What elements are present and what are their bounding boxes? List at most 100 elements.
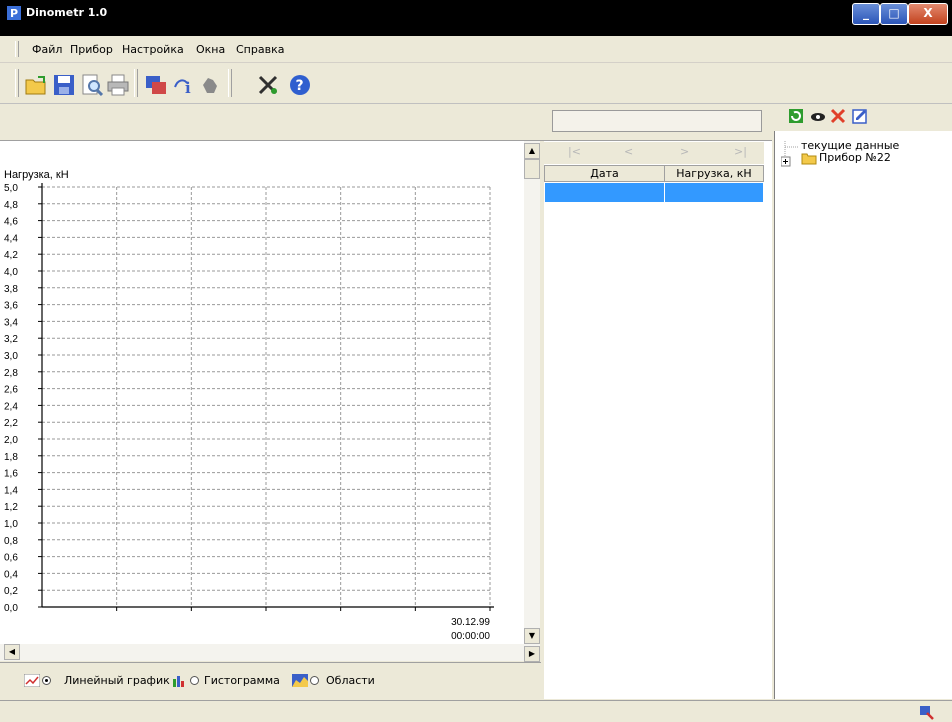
line-chart-label[interactable]: Линейный график xyxy=(64,674,170,687)
svg-text:P: P xyxy=(10,7,18,20)
hand-icon[interactable] xyxy=(198,73,222,97)
device-icon[interactable] xyxy=(144,73,168,97)
maximize-button[interactable]: □ xyxy=(880,3,908,25)
tree-item-device[interactable]: Прибор №22 xyxy=(819,151,891,164)
menu-bar: Файл Прибор Настройка Окна Справка xyxy=(0,36,952,63)
y-tick-label: 0,4 xyxy=(4,569,18,580)
load-chart: Нагрузка, кН 0,0 0,2 0,4 0,6 0,8 1,0 1,2 1,4 1,6 1… xyxy=(4,169,494,642)
app-icon: P xyxy=(7,6,21,20)
status-bar xyxy=(0,700,952,722)
table-navigator: |< < > >| xyxy=(544,142,764,164)
nav-first-button[interactable]: |< xyxy=(568,145,581,158)
chart-panel: Нагрузка, кН 0,0 0,2 0,4 0,6 0,8 1,0 1,2 1,4 1,6 1… xyxy=(0,141,540,660)
open-icon[interactable] xyxy=(24,73,48,97)
y-tick-label: 4,4 xyxy=(4,233,18,244)
menu-windows[interactable]: Окна xyxy=(196,43,225,56)
scroll-right-button[interactable]: ▶ xyxy=(524,646,540,662)
y-tick-label: 2,8 xyxy=(4,368,18,379)
column-header-load[interactable]: Нагрузка, кН xyxy=(664,165,764,182)
y-tick-label: 3,0 xyxy=(4,351,18,362)
refresh-icon[interactable] xyxy=(788,108,804,124)
line-chart-radio[interactable] xyxy=(42,676,51,685)
folder-icon xyxy=(801,153,817,165)
chart-horizontal-scrollbar[interactable]: ◀ xyxy=(0,644,524,661)
y-tick-label: 1,4 xyxy=(4,485,18,496)
y-tick-label: 1,6 xyxy=(4,469,18,480)
svg-text:?: ? xyxy=(296,78,304,94)
column-header-date[interactable]: Дата xyxy=(544,165,665,182)
scroll-thumb[interactable] xyxy=(524,159,540,179)
y-tick-label: 3,6 xyxy=(4,301,18,312)
y-tick-label: 2,4 xyxy=(4,401,18,412)
y-tick-label: 3,2 xyxy=(4,334,18,345)
minimize-icon: _ xyxy=(863,6,869,20)
delete-icon[interactable] xyxy=(830,108,846,124)
tree-lines xyxy=(781,141,799,167)
y-tick-label: 2,2 xyxy=(4,418,18,429)
menu-grip xyxy=(15,41,19,57)
preview-icon[interactable] xyxy=(80,73,104,97)
edit-icon[interactable] xyxy=(852,108,868,124)
close-button[interactable]: X xyxy=(908,3,948,25)
histogram-radio[interactable] xyxy=(190,676,199,685)
histogram-label[interactable]: Гистограмма xyxy=(204,674,280,687)
line-chart-icon xyxy=(24,674,40,687)
y-tick-label: 3,8 xyxy=(4,284,18,295)
help-icon[interactable]: ? xyxy=(288,73,312,97)
y-tick-label: 4,6 xyxy=(4,217,18,228)
data-table xyxy=(544,141,772,699)
info-icon[interactable]: i xyxy=(172,73,196,97)
title-bar: P Dinometr 1.0 _ □ X xyxy=(0,0,952,36)
tray-icon[interactable] xyxy=(918,704,934,720)
y-tick-label: 0,8 xyxy=(4,536,18,547)
menu-settings[interactable]: Настройка xyxy=(122,43,184,56)
y-axis-label: Нагрузка, кН xyxy=(4,169,69,181)
x-tick-label-time: 00:00:00 xyxy=(451,631,490,642)
minimize-button[interactable]: _ xyxy=(852,3,880,25)
scroll-up-button[interactable]: ▲ xyxy=(524,143,540,159)
toolbar-separator xyxy=(134,69,138,97)
print-icon[interactable] xyxy=(106,73,130,97)
menu-help[interactable]: Справка xyxy=(236,43,284,56)
y-tick-label: 1,8 xyxy=(4,452,18,463)
view-icon[interactable] xyxy=(810,108,826,124)
y-tick-label: 1,2 xyxy=(4,502,18,513)
y-tick-label: 4,2 xyxy=(4,250,18,261)
tools-icon[interactable] xyxy=(256,73,280,97)
nav-next-button[interactable]: > xyxy=(680,145,689,158)
status-field xyxy=(552,110,762,132)
y-tick-label: 2,6 xyxy=(4,385,18,396)
toolbar: i ? xyxy=(0,63,952,104)
svg-text:i: i xyxy=(185,79,191,97)
y-tick-label: 4,0 xyxy=(4,267,18,278)
areas-radio[interactable] xyxy=(310,676,319,685)
nav-last-button[interactable]: >| xyxy=(734,145,747,158)
window-title: Dinometr 1.0 xyxy=(26,6,108,19)
menu-device[interactable]: Прибор xyxy=(70,43,113,56)
close-icon: X xyxy=(923,6,933,20)
menu-file[interactable]: Файл xyxy=(32,43,62,56)
y-tick-label: 0,0 xyxy=(4,603,18,614)
toolbar-grip xyxy=(15,69,19,97)
chart-vertical-scrollbar[interactable]: ▲ ▼ ▶ xyxy=(524,141,540,663)
toolbar-separator-2 xyxy=(228,69,232,97)
table-row[interactable] xyxy=(545,183,763,202)
y-tick-label: 4,8 xyxy=(4,200,18,211)
histogram-icon xyxy=(173,676,184,687)
areas-label[interactable]: Области xyxy=(326,674,375,687)
y-tick-label: 0,2 xyxy=(4,586,18,597)
y-tick-label: 1,0 xyxy=(4,519,18,530)
maximize-icon: □ xyxy=(888,6,900,20)
table-cell-divider xyxy=(664,183,665,202)
tree-toolbar xyxy=(774,104,952,131)
scroll-down-button[interactable]: ▼ xyxy=(524,628,540,644)
y-tick-label: 0,6 xyxy=(4,553,18,564)
main-window: P Dinometr 1.0 _ □ X Файл Прибор Настрой… xyxy=(0,0,952,722)
y-tick-label: 2,0 xyxy=(4,435,18,446)
device-tree: текущие данные Прибор №22 xyxy=(774,131,952,699)
x-tick-label-date: 30.12.99 xyxy=(451,617,490,628)
nav-prev-button[interactable]: < xyxy=(624,145,633,158)
y-tick-label: 5,0 xyxy=(4,183,18,194)
save-icon[interactable] xyxy=(52,73,76,97)
scroll-left-button[interactable]: ◀ xyxy=(4,644,20,660)
